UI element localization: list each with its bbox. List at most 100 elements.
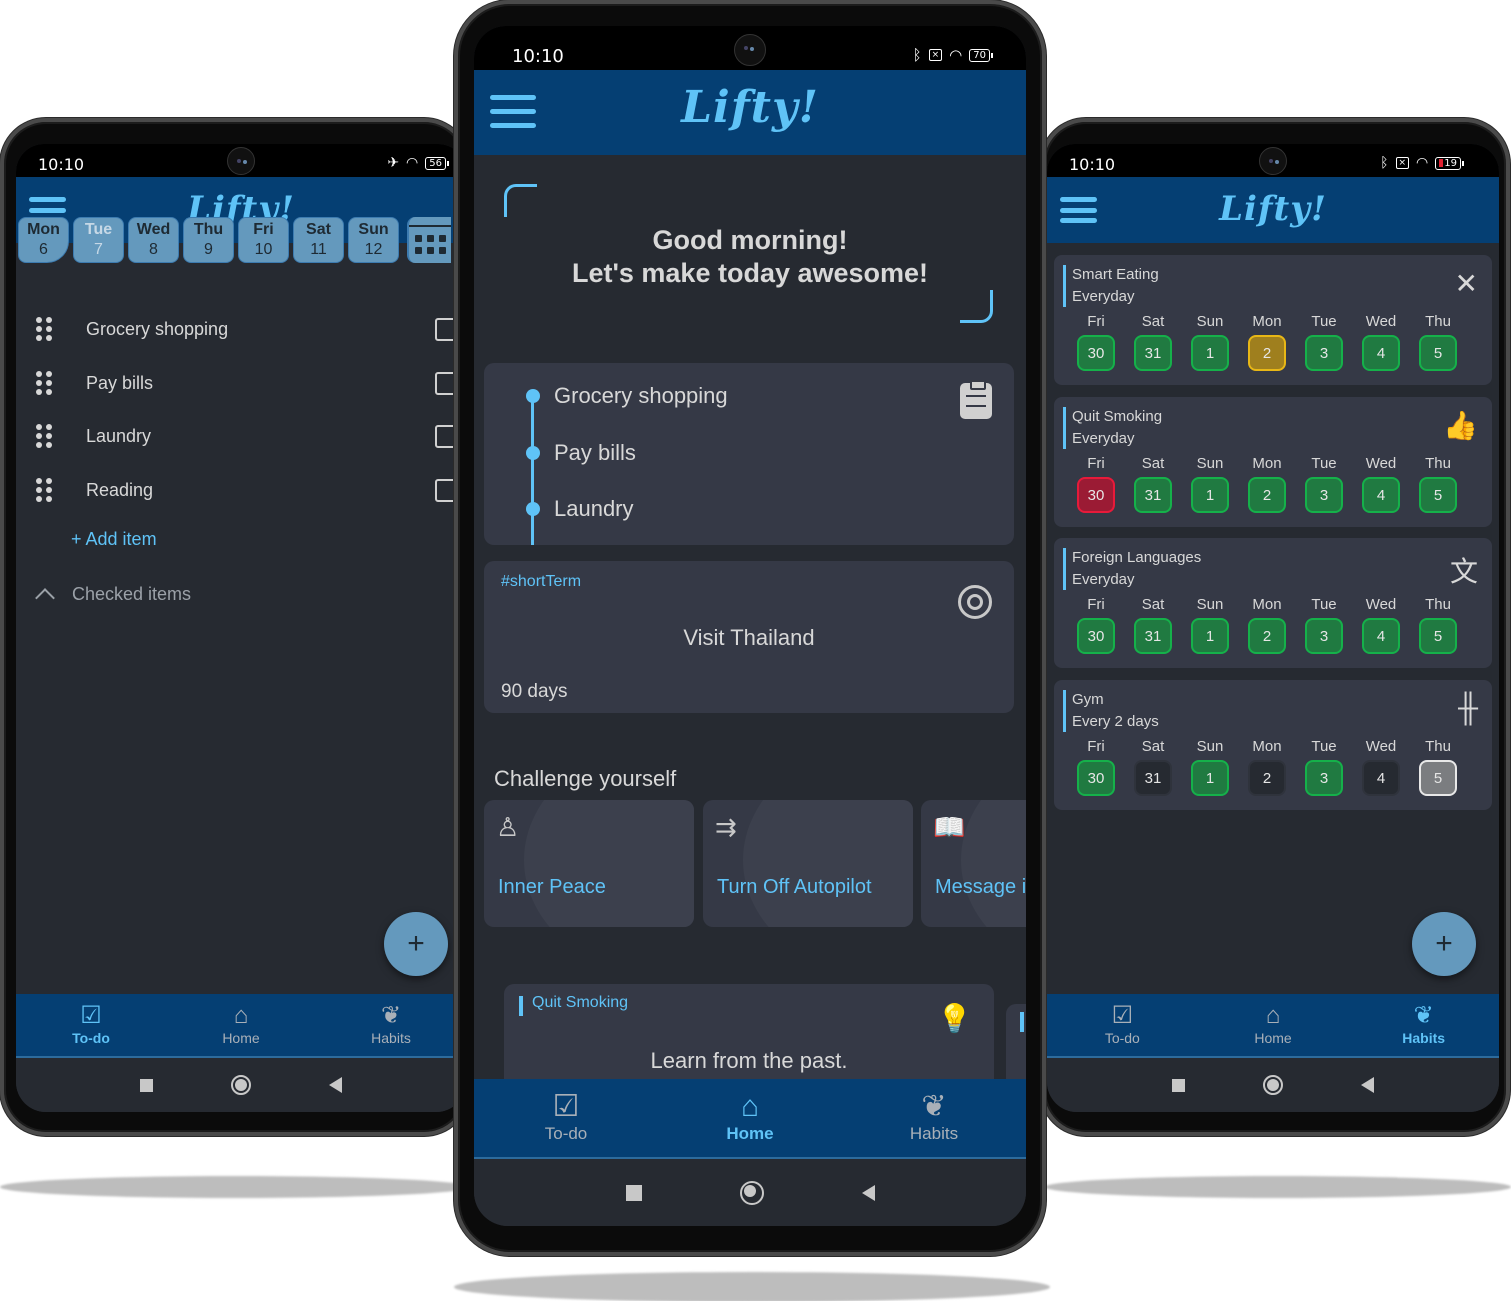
- back-button[interactable]: [329, 1077, 342, 1093]
- goal-title: Visit Thailand: [683, 625, 815, 650]
- home-icon: ⌂: [233, 1002, 249, 1029]
- battery-icon: 70: [969, 48, 993, 62]
- habit-day-status-done[interactable]: 5: [1419, 618, 1457, 654]
- system-navigation: [16, 1058, 466, 1112]
- habit-day-status-done[interactable]: 31: [1134, 618, 1172, 654]
- habit-day-status-done[interactable]: 1: [1191, 760, 1229, 796]
- system-navigation: [1047, 1058, 1499, 1112]
- home-system-button[interactable]: [1263, 1075, 1283, 1095]
- drag-handle-icon[interactable]: [36, 317, 52, 341]
- habit-day-status-done[interactable]: 4: [1362, 477, 1400, 513]
- nav-tab-todo[interactable]: ☑ To-do: [16, 994, 166, 1056]
- habit-day-status-done[interactable]: 30: [1077, 335, 1115, 371]
- nav-tab-habits[interactable]: ❦ Habits: [1348, 994, 1499, 1056]
- day-chip[interactable]: Thu 9: [183, 217, 234, 263]
- nav-tab-home[interactable]: ⌂ Home: [1198, 994, 1349, 1056]
- recents-button[interactable]: [625, 1184, 642, 1201]
- nav-tab-home[interactable]: ⌂ Home: [658, 1079, 842, 1157]
- habit-day-status-done[interactable]: 31: [1134, 335, 1172, 371]
- recents-button[interactable]: [140, 1078, 153, 1092]
- habit-day-status-done[interactable]: 1: [1191, 618, 1229, 654]
- habit-day-status-partial[interactable]: 2: [1248, 335, 1286, 371]
- drag-handle-icon[interactable]: [36, 424, 52, 448]
- goal-card[interactable]: #shortTerm Visit Thailand 90 days: [484, 561, 1014, 713]
- add-fab-button[interactable]: +: [384, 912, 448, 976]
- habit-day-status-done[interactable]: 31: [1134, 477, 1172, 513]
- habit-week-tracker: Fri 30 Sat 31 Sun 1 Mon 2 Tue 3 Wed 4 Thu 5: [1077, 596, 1457, 654]
- habit-card[interactable]: Gym Every 2 days ╫ Fri 30 Sat 31 Sun 1 Mon 2 Tue 3 We…: [1054, 680, 1492, 810]
- todo-preview-item: Laundry: [526, 496, 634, 522]
- open-book-pen-icon: 📖: [933, 812, 966, 842]
- habit-day-status-done[interactable]: 1: [1191, 477, 1229, 513]
- todo-preview-card[interactable]: Grocery shopping Pay bills Laundry: [484, 363, 1014, 545]
- habit-day-status-missed[interactable]: 30: [1077, 477, 1115, 513]
- checklist-icon: ☑: [80, 1002, 102, 1029]
- menu-button[interactable]: [490, 95, 536, 128]
- challenge-card[interactable]: 📖 Message i: [921, 800, 1026, 927]
- calendar-icon[interactable]: [407, 217, 451, 263]
- timeline-line: [531, 395, 534, 545]
- challenge-card[interactable]: ♙ Inner Peace: [484, 800, 694, 927]
- todo-item[interactable]: Pay bills: [16, 356, 466, 410]
- habit-card[interactable]: Quit Smoking Everyday 👍 Fri 30 Sat 31 Sun 1 Mon 2 T…: [1054, 397, 1492, 527]
- drag-handle-icon[interactable]: [36, 371, 52, 395]
- habit-accent-bar: [1063, 407, 1066, 449]
- recents-button[interactable]: [1172, 1078, 1185, 1092]
- drag-handle-icon[interactable]: [36, 478, 52, 502]
- menu-button[interactable]: [1060, 197, 1097, 223]
- left-phone: 10:10 ✈ ◠ 56 Lifty! Mon 6 Tue 7 Wed 8 Thu 9 …: [0, 118, 470, 1136]
- habit-day-status-done[interactable]: 2: [1248, 618, 1286, 654]
- habit-day-label: Fri: [1087, 596, 1105, 613]
- airplane-icon: ✈: [387, 155, 400, 171]
- nav-tab-todo[interactable]: ☑ To-do: [1047, 994, 1198, 1056]
- habit-day-status-done[interactable]: 3: [1305, 335, 1343, 371]
- add-fab-button[interactable]: +: [1412, 912, 1476, 976]
- nav-tab-todo[interactable]: ☑ To-do: [474, 1079, 658, 1157]
- habit-day-status-done[interactable]: 3: [1305, 477, 1343, 513]
- nav-tab-habits[interactable]: ❦ Habits: [842, 1079, 1026, 1157]
- habit-day-status-today[interactable]: 5: [1419, 760, 1457, 796]
- home-system-button[interactable]: [231, 1075, 251, 1095]
- todo-item[interactable]: Laundry: [16, 409, 466, 463]
- day-chip[interactable]: Sat 11: [293, 217, 344, 263]
- back-button[interactable]: [1361, 1077, 1374, 1093]
- status-time: 10:10: [38, 155, 85, 174]
- habit-day: Mon 2: [1248, 313, 1286, 371]
- habit-frequency: Everyday: [1072, 288, 1135, 305]
- back-button[interactable]: [861, 1184, 875, 1201]
- habit-card[interactable]: Foreign Languages Everyday 文 Fri 30 Sat 31 Sun 1…: [1054, 538, 1492, 668]
- habit-day-status-done[interactable]: 5: [1419, 335, 1457, 371]
- challenge-card[interactable]: ⇉ Turn Off Autopilot: [703, 800, 913, 927]
- habit-day-status-off[interactable]: 31: [1134, 760, 1172, 796]
- habit-day-status-done[interactable]: 4: [1362, 335, 1400, 371]
- habit-day-status-done[interactable]: 5: [1419, 477, 1457, 513]
- home-system-button[interactable]: [739, 1180, 764, 1205]
- day-chip[interactable]: Sun 12: [348, 217, 399, 263]
- day-chip[interactable]: Tue 7: [73, 217, 124, 263]
- habit-day-status-done[interactable]: 1: [1191, 335, 1229, 371]
- habit-day-status-done[interactable]: 30: [1077, 760, 1115, 796]
- habit-card[interactable]: Smart Eating Everyday ✕ Fri 30 Sat 31 Sun 1 Mon 2 T…: [1054, 255, 1492, 385]
- habit-day-status-done[interactable]: 3: [1305, 760, 1343, 796]
- todo-item[interactable]: Reading: [16, 463, 466, 517]
- habit-day-status-done[interactable]: 4: [1362, 618, 1400, 654]
- habit-day-label: Wed: [1365, 596, 1397, 613]
- day-chip[interactable]: Mon 6: [18, 217, 69, 263]
- habit-day: Tue 3: [1305, 455, 1343, 513]
- todo-item[interactable]: Grocery shopping: [16, 302, 466, 356]
- dumbbell-icon: ╫: [1458, 692, 1478, 723]
- checked-items-toggle[interactable]: Checked items: [34, 583, 191, 608]
- habit-day-status-done[interactable]: 2: [1248, 477, 1286, 513]
- nav-tab-home[interactable]: ⌂ Home: [166, 994, 316, 1056]
- nav-tab-habits[interactable]: ❦ Habits: [316, 994, 466, 1056]
- habit-day-status-off[interactable]: 2: [1248, 760, 1286, 796]
- goal-tag: #shortTerm: [501, 573, 582, 590]
- habit-day-status-off[interactable]: 4: [1362, 760, 1400, 796]
- day-chip[interactable]: Fri 10: [238, 217, 289, 263]
- quote-text: Learn from the past.: [650, 1048, 848, 1073]
- habit-day: Fri 30: [1077, 596, 1115, 654]
- habit-day-status-done[interactable]: 3: [1305, 618, 1343, 654]
- habit-day-status-done[interactable]: 30: [1077, 618, 1115, 654]
- day-chip[interactable]: Wed 8: [128, 217, 179, 263]
- add-item-button[interactable]: + Add item: [71, 529, 157, 550]
